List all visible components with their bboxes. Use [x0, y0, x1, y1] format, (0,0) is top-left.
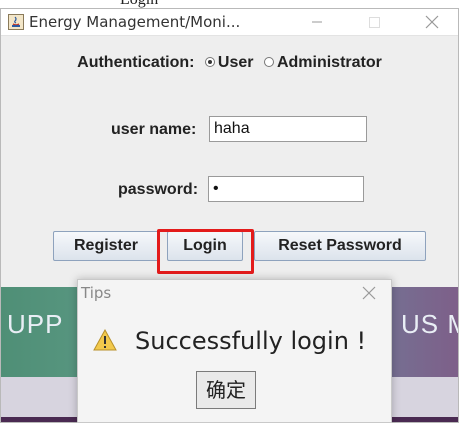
radio-user[interactable]: User: [204, 54, 254, 72]
dialog-message: Successfully login !: [135, 327, 367, 355]
minimize-icon[interactable]: [297, 9, 337, 35]
dialog-title: Tips: [81, 284, 112, 302]
window-title: Energy Management/Moni...: [29, 13, 241, 31]
tips-dialog: Tips Successfully login ! 确定: [77, 279, 392, 423]
authentication-label: Authentication:: [77, 54, 195, 71]
banner-right-text: US ME: [401, 309, 458, 339]
banner-left-text: UPP: [7, 309, 64, 339]
register-button[interactable]: Register: [53, 231, 159, 261]
close-icon[interactable]: [413, 9, 453, 35]
maximize-icon[interactable]: [355, 9, 395, 35]
login-highlight-box: [157, 229, 254, 274]
password-field[interactable]: •: [208, 176, 364, 202]
password-label: password:: [118, 181, 199, 198]
authentication-row: Authentication: User Administrator: [1, 54, 458, 72]
radio-unselected-icon: [263, 56, 274, 67]
warning-icon: [93, 328, 117, 351]
radio-administrator[interactable]: Administrator: [263, 54, 382, 72]
dialog-close-icon[interactable]: [360, 284, 378, 302]
radio-selected-icon: [204, 56, 215, 67]
reset-password-button[interactable]: Reset Password: [254, 231, 426, 261]
window-titlebar[interactable]: Energy Management/Moni...: [1, 9, 458, 36]
username-field[interactable]: haha: [209, 116, 367, 142]
radio-administrator-label: Administrator: [276, 54, 382, 71]
java-app-icon: [8, 14, 24, 30]
radio-user-label: User: [217, 54, 254, 71]
username-label: user name:: [111, 121, 197, 138]
ok-button[interactable]: 确定: [196, 371, 256, 409]
